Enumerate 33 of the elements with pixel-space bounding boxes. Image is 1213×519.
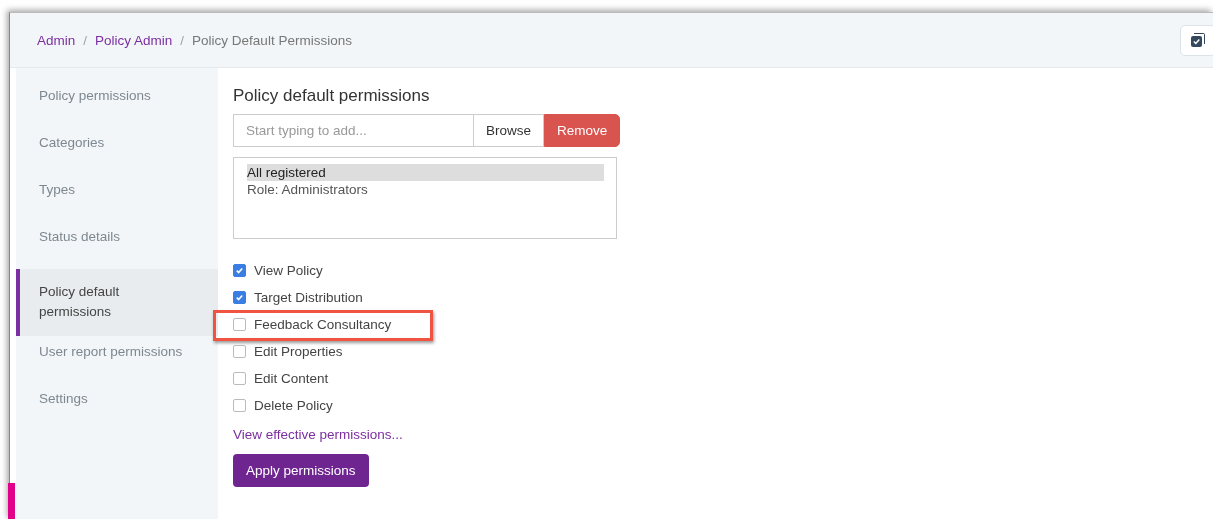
checkbox[interactable] xyxy=(233,291,246,304)
toolbar-button[interactable] xyxy=(1180,24,1213,56)
checkbox[interactable] xyxy=(233,372,246,385)
remove-button[interactable]: Remove xyxy=(544,114,621,147)
effective-permissions-link[interactable]: View effective permissions... xyxy=(233,427,403,442)
checkmark-icon xyxy=(235,266,244,275)
breadcrumb-link[interactable]: Admin xyxy=(37,32,76,48)
checkbox-label: Feedback Consultancy xyxy=(254,317,392,332)
checkbox[interactable] xyxy=(233,318,246,331)
checklist-icon xyxy=(1190,32,1206,48)
checkbox[interactable] xyxy=(233,345,246,358)
checkmark-icon xyxy=(235,293,244,302)
list-option[interactable]: All registered xyxy=(247,164,604,181)
checkbox[interactable] xyxy=(233,264,246,277)
list-option[interactable]: Role: Administrators xyxy=(247,181,604,198)
checkbox[interactable] xyxy=(233,399,246,412)
checkbox-label: Edit Content xyxy=(254,371,329,386)
breadcrumb-separator: / xyxy=(83,32,88,48)
breadcrumb-separator: / xyxy=(180,32,185,48)
sidebar-item[interactable]: Status details xyxy=(16,222,218,269)
breadcrumb-link[interactable]: Policy Admin xyxy=(95,32,173,48)
section-title: Policy default permissions xyxy=(233,86,431,106)
side-tab[interactable] xyxy=(8,483,15,519)
apply-button[interactable]: Apply permissions xyxy=(233,454,369,487)
checkbox-label: Target Distribution xyxy=(254,290,363,305)
sidebar-item[interactable]: Policy default permissions xyxy=(16,269,218,336)
checkbox-label: Delete Policy xyxy=(254,398,333,413)
checkbox-label: View Policy xyxy=(254,263,323,278)
breadcrumb-current: Policy Default Permissions xyxy=(192,32,352,48)
principal-list[interactable]: All registered Role: Administrators xyxy=(233,157,617,239)
checkbox-label: Edit Properties xyxy=(254,344,343,359)
browse-button[interactable]: Browse xyxy=(473,114,544,147)
search-field[interactable]: Start typing to add... xyxy=(233,114,473,147)
